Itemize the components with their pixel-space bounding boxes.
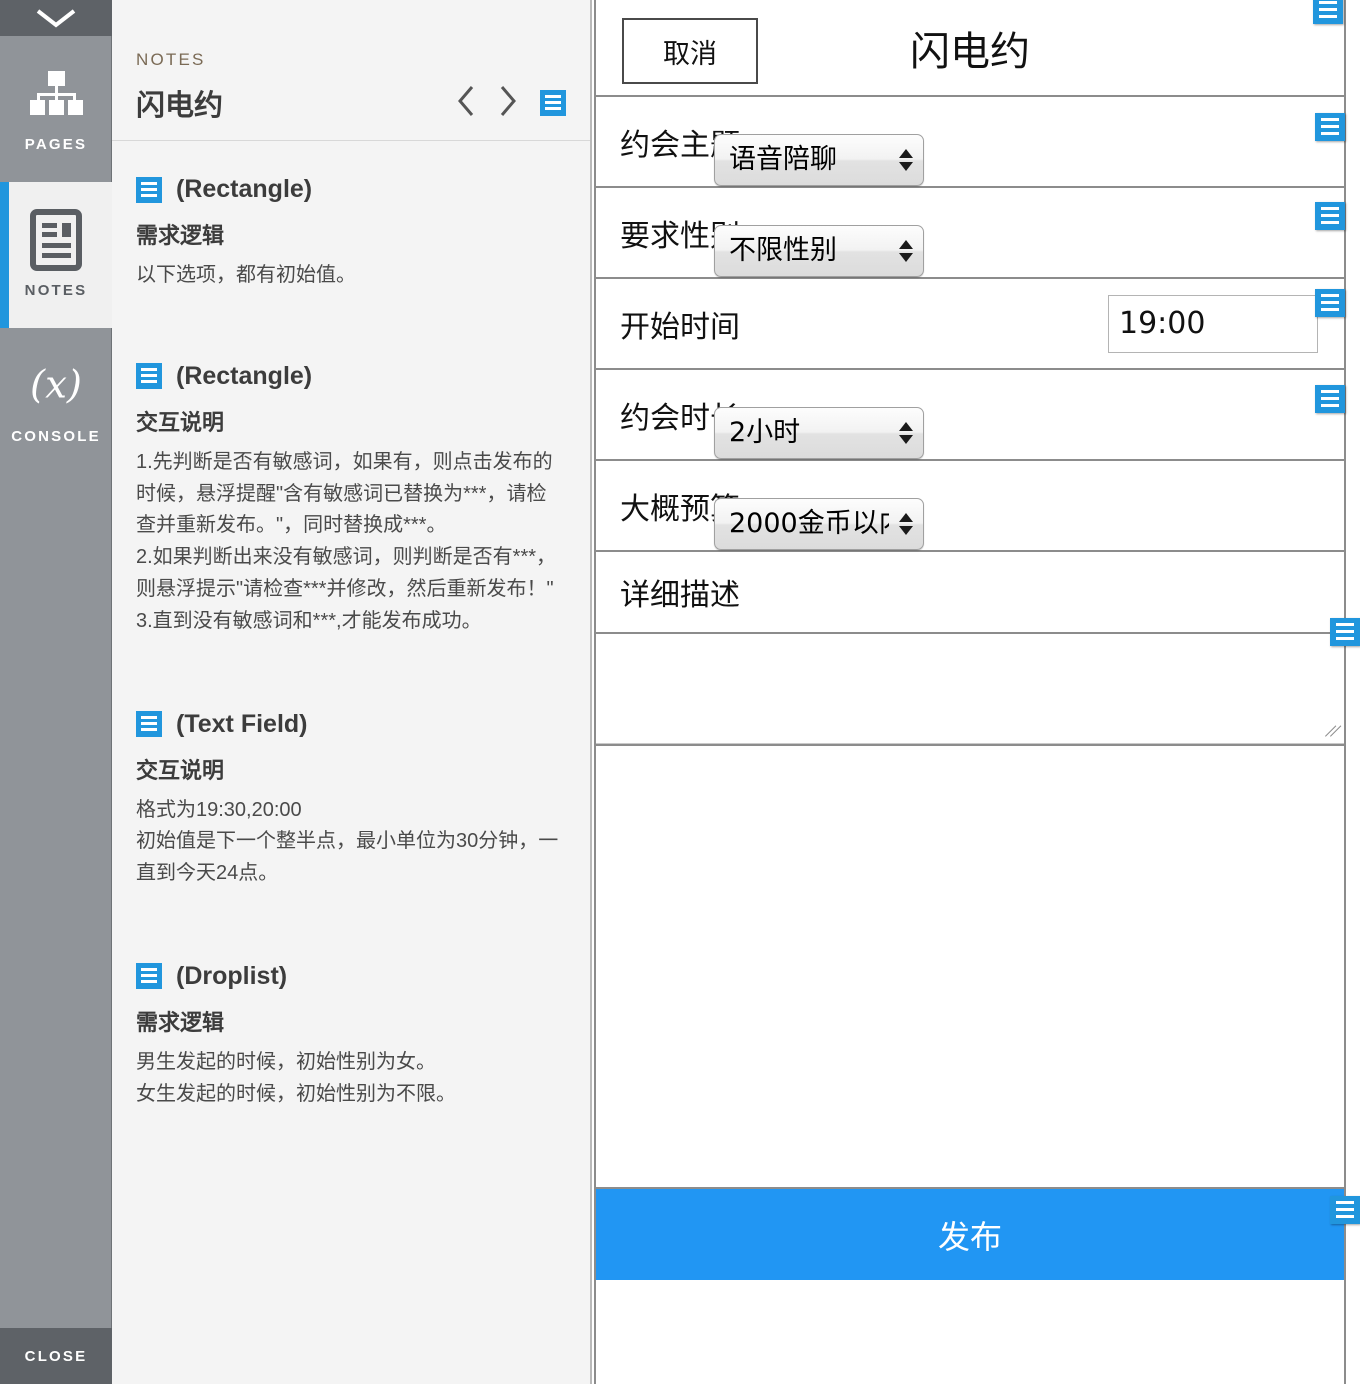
notes-menu-icon[interactable] xyxy=(540,90,566,116)
note-text: 1.先判断是否有敏感词，如果有，则点击发布的时候，悬浮提醒"含有敏感词已替换为*… xyxy=(136,450,557,632)
form-row-start-time: 开始时间 xyxy=(596,279,1344,370)
budget-select[interactable]: 2000金币以内 xyxy=(714,498,924,550)
form-label-start-time: 开始时间 xyxy=(620,309,740,345)
form-row-budget: 大概预算 2000金币以内 xyxy=(596,461,1344,552)
notes-panel: NOTES 闪电约 (Rectangle) 需求逻辑 以下选项，都有初始值。 (… xyxy=(112,0,592,1384)
prototype-canvas: 取消 闪电约 约会主题 语音陪聊 要求性别 不限性别 开始时间 19:00 约会… xyxy=(594,0,1360,1384)
close-label: CLOSE xyxy=(24,1347,88,1365)
note-text: 以下选项，都有初始值。 xyxy=(136,264,356,286)
description-textarea[interactable] xyxy=(596,634,1344,744)
note-marker-icon[interactable] xyxy=(136,363,162,390)
note-block: (Droplist) 需求逻辑 男生发起的时候，初始性别为女。 女生发起的时候，… xyxy=(136,890,566,1111)
note-text: 男生发起的时候，初始性别为女。 女生发起的时候，初始性别为不限。 xyxy=(136,1050,456,1105)
fx-variable-icon: (x) xyxy=(26,357,86,415)
page-title: 闪电约 xyxy=(136,90,224,122)
note-marker-icon[interactable] xyxy=(136,711,162,738)
note-block: (Text Field) 交互说明 格式为19:30,20:00 初始值是下一个… xyxy=(136,638,566,890)
cancel-button[interactable]: 取消 xyxy=(622,18,758,84)
form-row-description: 详细描述 xyxy=(596,552,1344,634)
left-icon-rail: PAGES NOTES (x) CONSOLE CLOSE xyxy=(0,0,112,1384)
content-spacer xyxy=(596,746,1344,1189)
document-notes-icon xyxy=(26,209,86,271)
publish-button[interactable]: 发布 xyxy=(596,1189,1344,1280)
note-marker-icon-start-time[interactable] xyxy=(1315,289,1345,317)
description-textarea-wrap xyxy=(596,634,1344,746)
budget-select-wrap: 2000金币以内 xyxy=(714,498,924,550)
note-section-title: 需求逻辑 xyxy=(136,1009,225,1035)
note-marker-icon[interactable] xyxy=(136,963,162,990)
form-row-duration: 约会时长 2小时 xyxy=(596,370,1344,461)
notes-list: (Rectangle) 需求逻辑 以下选项，都有初始值。 (Rectangle)… xyxy=(112,141,590,1369)
note-section-title: 交互说明 xyxy=(136,409,225,435)
collapse-panel-button[interactable] xyxy=(0,0,112,36)
note-section-title: 需求逻辑 xyxy=(136,223,225,248)
duration-select[interactable]: 2小时 xyxy=(714,407,924,459)
duration-select-wrap: 2小时 xyxy=(714,407,924,459)
note-section-title: 交互说明 xyxy=(136,757,225,783)
form-row-gender: 要求性别 不限性别 xyxy=(596,188,1344,279)
topic-select[interactable]: 语音陪聊 xyxy=(714,134,924,186)
note-widget-name: (Droplist) xyxy=(176,961,288,990)
topic-select-wrap: 语音陪聊 xyxy=(714,134,924,186)
note-marker-icon[interactable] xyxy=(136,176,162,203)
note-marker-icon-duration[interactable] xyxy=(1315,385,1345,413)
close-panel-button[interactable]: CLOSE xyxy=(0,1328,112,1384)
note-marker-icon-title[interactable] xyxy=(1313,0,1343,24)
prototype-titlebar: 取消 闪电约 xyxy=(596,0,1344,97)
note-marker-icon-topic[interactable] xyxy=(1315,113,1345,141)
chevron-right-icon[interactable] xyxy=(498,84,518,123)
rail-item-pages[interactable]: PAGES xyxy=(0,36,112,182)
rail-item-label: CONSOLE xyxy=(11,428,101,445)
note-block: (Rectangle) 需求逻辑 以下选项，都有初始值。 xyxy=(136,141,566,292)
svg-text:(x): (x) xyxy=(30,363,82,408)
rail-item-label: NOTES xyxy=(24,282,88,299)
note-marker-icon-gender[interactable] xyxy=(1315,202,1345,230)
start-time-wrap xyxy=(1108,294,1318,353)
note-marker-icon-publish[interactable] xyxy=(1330,1196,1360,1224)
note-widget-name: (Rectangle) xyxy=(176,361,313,390)
form-label-description: 详细描述 xyxy=(620,578,740,613)
notes-nav xyxy=(456,84,566,123)
note-widget-name: (Rectangle) xyxy=(176,175,313,203)
notes-eyebrow-label: NOTES xyxy=(136,50,206,69)
start-time-input[interactable] xyxy=(1108,294,1318,353)
sitemap-icon xyxy=(26,65,86,123)
note-text: 格式为19:30,20:00 初始值是下一个整半点，最小单位为30分钟，一直到今… xyxy=(136,798,559,885)
rail-item-notes[interactable]: NOTES xyxy=(0,182,112,328)
prototype-viewer: PAGES NOTES (x) CONSOLE CLOSE NOTES 闪电约 … xyxy=(0,0,1360,1384)
chevron-left-icon[interactable] xyxy=(456,84,476,123)
note-widget-name: (Text Field) xyxy=(176,709,308,738)
form-row-topic: 约会主题 语音陪聊 xyxy=(596,97,1344,188)
notes-header: NOTES 闪电约 xyxy=(112,0,590,141)
gender-select[interactable]: 不限性别 xyxy=(714,225,924,277)
gender-select-wrap: 不限性别 xyxy=(714,225,924,277)
note-block: (Rectangle) 交互说明 1.先判断是否有敏感词，如果有，则点击发布的时… xyxy=(136,292,566,638)
note-marker-icon-description[interactable] xyxy=(1330,618,1360,646)
rail-item-label: PAGES xyxy=(24,136,88,153)
chevron-down-icon xyxy=(34,7,78,29)
rail-item-console[interactable]: (x) CONSOLE xyxy=(0,328,112,474)
